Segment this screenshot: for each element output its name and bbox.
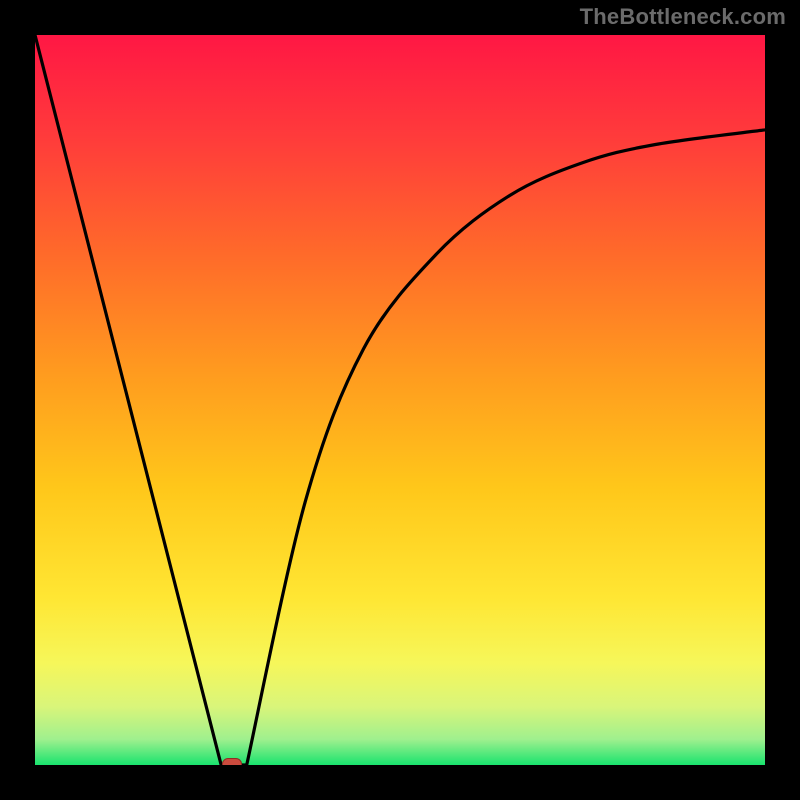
optimum-marker [222,758,242,765]
chart-svg [35,35,765,765]
chart-frame: TheBottleneck.com [0,0,800,800]
plot-area [35,35,765,765]
watermark-text: TheBottleneck.com [580,4,786,30]
